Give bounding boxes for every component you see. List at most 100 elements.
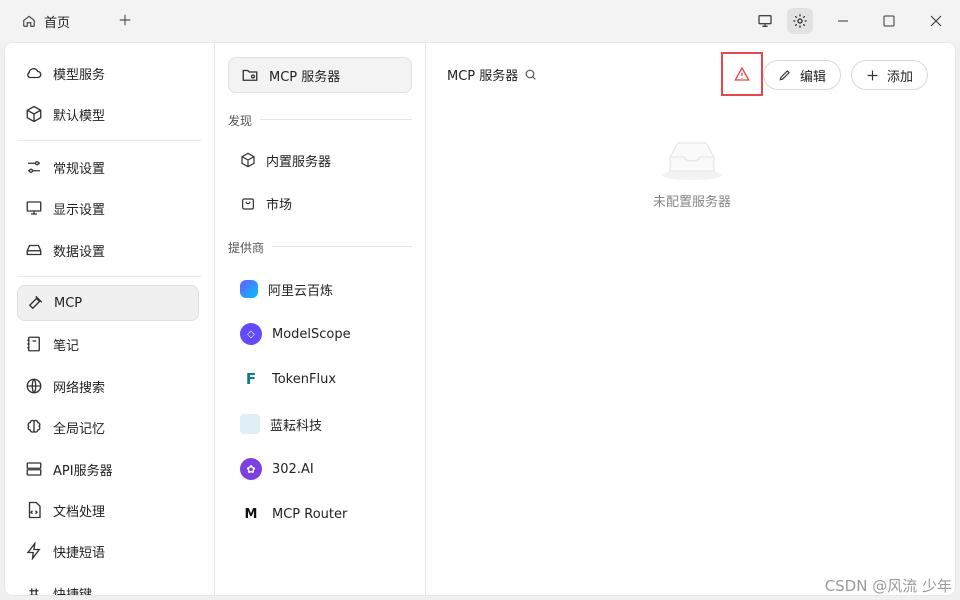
hammer-icon: [28, 295, 43, 310]
tab-label: 首页: [44, 15, 71, 31]
provider-name: 阿里云百炼: [268, 283, 334, 299]
sidebar-item-web-search[interactable]: 网络搜索: [17, 368, 199, 404]
warning-icon: [734, 66, 750, 81]
mcp-servers-tab[interactable]: MCP 服务器: [228, 57, 412, 93]
cloud-icon: [27, 68, 42, 79]
provider-name: ModelScope: [272, 326, 351, 342]
mcp-sidebar: MCP 服务器 发现 内置服务器 市场 提供商 阿里云百炼 ◇ ModelSco…: [216, 43, 426, 595]
close-icon: [930, 15, 942, 27]
sidebar-item-label: 笔记: [53, 338, 80, 354]
sidebar-item-label: 模型服务: [53, 67, 106, 83]
bailian-logo-icon: [240, 280, 258, 298]
sidebar-item-label: MCP: [54, 295, 83, 311]
sidebar-item-document[interactable]: 文档处理: [17, 492, 199, 528]
cube-icon: [26, 105, 42, 123]
sidebar-item-general[interactable]: 常规设置: [17, 149, 199, 185]
folder-settings-icon: [242, 69, 258, 81]
monitor-settings-icon: [26, 201, 42, 215]
sidebar-item-label: 常规设置: [53, 161, 106, 177]
sidebar-item-display[interactable]: 显示设置: [17, 190, 199, 226]
maximize-icon: [883, 15, 895, 27]
minimize-button[interactable]: [828, 8, 858, 34]
display-button[interactable]: [752, 8, 778, 34]
cube-icon: [241, 152, 255, 168]
divider: [17, 276, 201, 277]
edit-button[interactable]: 编辑: [763, 60, 842, 90]
tokenflux-logo-icon: F: [240, 368, 262, 390]
empty-state: 未配置服务器: [427, 137, 955, 210]
command-icon: [29, 588, 39, 595]
provider-mcp-router[interactable]: M MCP Router: [228, 496, 412, 532]
sidebar-item-label: 数据设置: [53, 244, 106, 260]
sidebar-item-label: API服务器: [53, 463, 113, 479]
settings-window: 模型服务 默认模型 常规设置 显示设置 数据设置 MCP 笔记 网络搜索 全局记…: [4, 42, 956, 596]
section-providers: 提供商: [228, 241, 265, 255]
settings-button[interactable]: [787, 8, 813, 34]
sidebar-item-label: 快捷键: [53, 587, 93, 596]
market-label: 市场: [266, 197, 293, 213]
sidebar-item-label: 文档处理: [53, 504, 106, 520]
add-label: 添加: [887, 69, 914, 85]
sidebar-item-mcp[interactable]: MCP: [17, 285, 199, 321]
zap-icon: [26, 542, 41, 560]
pencil-icon: [779, 70, 790, 81]
sidebar-item-label: 快捷短语: [53, 545, 106, 561]
notebook-icon: [27, 336, 40, 352]
sidebar-item-api-server[interactable]: API服务器: [17, 451, 199, 487]
sidebar-item-notes[interactable]: 笔记: [17, 326, 199, 362]
edit-label: 编辑: [800, 69, 827, 85]
provider-name: TokenFlux: [272, 371, 337, 387]
sidebar-item-global-memory[interactable]: 全局记忆: [17, 409, 199, 445]
sidebar-item-model-service[interactable]: 模型服务: [17, 55, 199, 91]
monitor-icon: [758, 14, 772, 27]
302ai-logo-icon: ✿: [240, 458, 262, 480]
provider-name: 302.AI: [272, 461, 314, 477]
divider: [17, 140, 201, 141]
file-code-icon: [28, 501, 41, 519]
page-header: MCP 服务器: [447, 65, 537, 84]
builtin-servers-item[interactable]: 内置服务器: [228, 142, 412, 178]
home-icon: [23, 15, 35, 27]
sidebar-item-quick-phrases[interactable]: 快捷短语: [17, 533, 199, 569]
modelscope-logo-icon: ◇: [240, 323, 262, 345]
provider-name: 蓝耘科技: [270, 418, 323, 434]
search-icon[interactable]: [524, 68, 537, 81]
sidebar-item-label: 全局记忆: [53, 421, 106, 437]
section-discover: 发现: [228, 114, 253, 128]
mcp-servers-label: MCP 服务器: [269, 69, 341, 85]
main-panel: MCP 服务器 编辑 添加 未配置服务器: [427, 43, 955, 595]
tab-home[interactable]: 首页: [12, 8, 80, 34]
new-tab-button[interactable]: [114, 9, 136, 31]
page-title: MCP 服务器: [447, 69, 519, 84]
sidebar-item-label: 默认模型: [53, 108, 106, 124]
sidebar-item-label: 显示设置: [53, 202, 106, 218]
sidebar-item-data[interactable]: 数据设置: [17, 232, 199, 268]
server-icon: [26, 462, 42, 476]
empty-inbox-icon: [662, 142, 722, 180]
provider-302ai[interactable]: ✿ 302.AI: [228, 451, 412, 487]
divider: [272, 246, 412, 247]
add-button[interactable]: 添加: [851, 60, 929, 90]
minimize-icon: [838, 20, 848, 22]
shopping-bag-icon: [242, 198, 254, 210]
market-item[interactable]: 市场: [228, 185, 412, 221]
maximize-button[interactable]: [874, 8, 904, 34]
builtin-servers-label: 内置服务器: [266, 154, 332, 170]
sliders-icon: [28, 161, 40, 173]
sidebar-item-shortcuts[interactable]: 快捷键: [17, 575, 199, 596]
empty-text: 未配置服务器: [652, 195, 731, 210]
settings-sidebar: 模型服务 默认模型 常规设置 显示设置 数据设置 MCP 笔记 网络搜索 全局记…: [5, 43, 215, 596]
sidebar-item-default-model[interactable]: 默认模型: [17, 96, 199, 132]
provider-modelscope[interactable]: ◇ ModelScope: [228, 316, 412, 352]
provider-bailian[interactable]: 阿里云百炼: [228, 271, 412, 307]
provider-tokenflux[interactable]: F TokenFlux: [228, 361, 412, 397]
close-button[interactable]: [921, 8, 951, 34]
lanyun-logo-icon: [240, 414, 260, 434]
plus-icon: [119, 14, 131, 26]
provider-lanyun[interactable]: 蓝耘科技: [228, 406, 412, 442]
divider: [260, 119, 412, 120]
brain-icon: [27, 419, 41, 433]
hard-drive-icon: [26, 244, 42, 256]
watermark: CSDN @风流 少年: [824, 577, 952, 595]
warning-button[interactable]: [721, 52, 763, 96]
